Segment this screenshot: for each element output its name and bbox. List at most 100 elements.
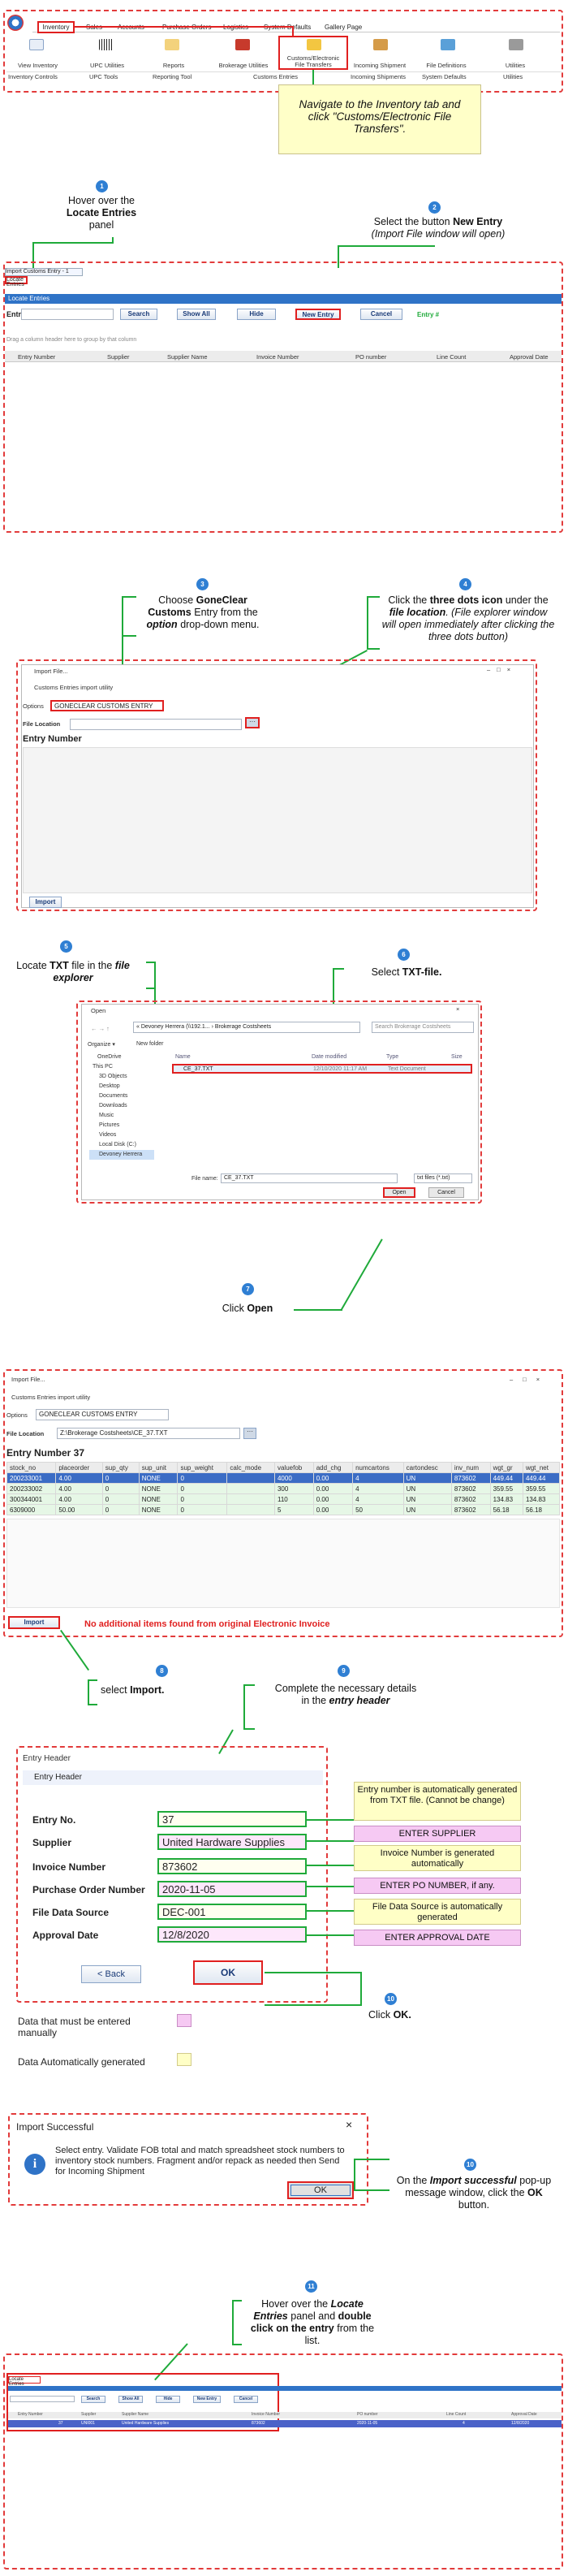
import-window-controls[interactable]: –□× (487, 666, 517, 673)
final-tab[interactable]: Locate Entries (8, 2376, 41, 2387)
final-cancel-button[interactable]: Cancel (234, 2396, 258, 2403)
th-inv-num[interactable]: inv_num (450, 1462, 491, 1473)
open-window-controls[interactable]: × (456, 1005, 459, 1013)
filter-select[interactable]: txt files (*.txt) (414, 1173, 472, 1183)
final-col-supplier[interactable]: Supplier (81, 2412, 96, 2417)
th-calc-mode[interactable]: calc_mode (226, 1462, 275, 1473)
col-date[interactable]: Date modified (312, 1054, 346, 1060)
open-nav-arrows[interactable]: ← → ↑ (91, 1025, 110, 1032)
filename-input[interactable]: CE_37.TXT (221, 1173, 398, 1183)
brokerage-utilities-button[interactable]: Brokerage Utilities (215, 62, 272, 69)
sidebar-music[interactable]: Music (89, 1111, 154, 1121)
options-select[interactable]: GONECLEAR CUSTOMS ENTRY (50, 700, 164, 711)
view-inventory-button[interactable]: View Inventory (18, 62, 58, 69)
approval-date-field[interactable]: 12/8/2020 (157, 1926, 307, 1943)
ok-button[interactable]: OK (193, 1960, 263, 1985)
th-valuefob[interactable]: valuefob (273, 1462, 314, 1473)
sidebar-documents[interactable]: Documents (89, 1091, 154, 1101)
back-button[interactable]: < Back (81, 1965, 141, 1983)
three-dots-button[interactable]: ··· (245, 717, 260, 728)
th-stock-no[interactable]: stock_no (6, 1462, 57, 1473)
organize-button[interactable]: Organize ▾ (88, 1041, 115, 1048)
sidebar-downloads[interactable]: Downloads (89, 1101, 154, 1111)
final-col-entry[interactable]: Entry Number (18, 2412, 43, 2417)
sidebar-network[interactable]: Devoney Herrera (89, 1150, 154, 1160)
col-name[interactable]: Name (175, 1054, 191, 1060)
final-col-invoice[interactable]: Invoice Number (252, 2412, 280, 2417)
col-po-number[interactable]: PO number (355, 353, 386, 361)
import2-window-controls[interactable]: –□× (510, 1376, 549, 1383)
th-numcartons[interactable]: numcartons (352, 1462, 404, 1473)
table-row[interactable]: 300344001 4.00 0 NONE 0 110 0.00 4 UN 873602 134.8… (6, 1493, 561, 1505)
show-all-button[interactable]: Show All (177, 309, 216, 320)
final-search-button[interactable]: Search (81, 2396, 105, 2403)
th-placeorder[interactable]: placeorder (55, 1462, 103, 1473)
final-col-po[interactable]: PO number (357, 2412, 378, 2417)
col-approval-date[interactable]: Approval Date (510, 353, 549, 361)
file-definitions-button[interactable]: File Definitions (422, 62, 471, 69)
final-show-all-button[interactable]: Show All (118, 2396, 143, 2403)
final-col-line-count[interactable]: Line Count (446, 2412, 466, 2417)
open-button[interactable]: Open (383, 1187, 415, 1198)
final-entry-row[interactable]: 37 UNI001 United Hardware Supplies 87360… (8, 2420, 562, 2427)
sidebar-videos[interactable]: Videos (89, 1130, 154, 1140)
col-supplier[interactable]: Supplier (107, 353, 130, 361)
th-wgt-gr[interactable]: wgt_gr (489, 1462, 523, 1473)
table-row[interactable]: 200233002 4.00 0 NONE 0 300 0.00 4 UN 873602 359.5… (6, 1483, 561, 1494)
import2-file-location[interactable]: Z:\Brokerage Costsheets\CE_37.TXT (57, 1428, 240, 1439)
th-sup-unit[interactable]: sup_unit (138, 1462, 179, 1473)
th-add-chg[interactable]: add_chg (312, 1462, 354, 1473)
locate-tab-2[interactable]: Locate Entries (5, 276, 28, 287)
reports-button[interactable]: Reports (154, 62, 193, 69)
hide-button[interactable]: Hide (237, 309, 276, 320)
final-col-supplier-name[interactable]: Supplier Name (122, 2412, 148, 2417)
final-new-entry-button[interactable]: New Entry (193, 2396, 221, 2403)
final-hide-button[interactable]: Hide (156, 2396, 180, 2403)
search-button[interactable]: Search (120, 309, 157, 320)
new-folder-button[interactable]: New folder (136, 1041, 163, 1047)
sidebar-pictures[interactable]: Pictures (89, 1121, 154, 1130)
incoming-shipment-button[interactable]: Incoming Shipment (351, 62, 408, 69)
col-line-count[interactable]: Line Count (437, 353, 466, 361)
ribbon-tab-gallery[interactable]: Gallery Page (325, 24, 362, 31)
import2-dots-button[interactable]: ··· (243, 1428, 256, 1439)
final-col-approval[interactable]: Approval Date (511, 2412, 537, 2417)
import2-options-select[interactable]: GONECLEAR CUSTOMS ENTRY (36, 1409, 169, 1420)
col-size[interactable]: Size (451, 1054, 463, 1060)
po-number-field[interactable]: 2020-11-05 (157, 1881, 307, 1897)
open-search[interactable]: Search Brokerage Costsheets (372, 1022, 474, 1033)
open-path[interactable]: « Devoney Herrera (\\192.1... › Brokerag… (133, 1022, 360, 1033)
th-sup-qty[interactable]: sup_qty (101, 1462, 140, 1473)
sidebar-local-disk[interactable]: Local Disk (C:) (89, 1140, 154, 1150)
col-entry-number[interactable]: Entry Number (18, 353, 55, 361)
upc-utilities-button[interactable]: UPC Utilities (88, 62, 127, 69)
locate-tab-1[interactable]: Import Customs Entry - 1 (5, 268, 83, 276)
th-sup-weight[interactable]: sup_weight (177, 1462, 228, 1473)
import2-import-button[interactable]: Import (8, 1616, 60, 1629)
th-wgt-net[interactable]: wgt_net (522, 1462, 561, 1473)
customs-transfer-button[interactable]: Customs/Electronic File Transfers (282, 55, 344, 68)
entry-input[interactable] (21, 309, 114, 320)
col-type[interactable]: Type (386, 1054, 398, 1060)
file-location-input[interactable] (70, 719, 242, 730)
th-cartondesc[interactable]: cartondesc (402, 1462, 452, 1473)
cancel-button[interactable]: Cancel (360, 309, 402, 320)
utilities-button[interactable]: Utilities (495, 62, 536, 69)
new-entry-button[interactable]: New Entry (295, 309, 341, 320)
sidebar-desktop[interactable]: Desktop (89, 1082, 154, 1091)
sidebar-onedrive[interactable]: OneDrive (89, 1052, 154, 1062)
table-row[interactable]: 200233001 4.00 0 NONE 0 4000 0.00 4 UN 873602 449.… (6, 1472, 561, 1484)
success-close-icon[interactable]: × (346, 2118, 352, 2131)
final-entry-input[interactable] (10, 2396, 75, 2402)
success-ok-button[interactable]: OK (287, 2181, 354, 2199)
table-row[interactable]: 6309000 50.00 0 NONE 0 5 0.00 50 UN 873602 56.18 56… (6, 1504, 561, 1515)
ribbon-tab-inventory[interactable]: Inventory (37, 21, 75, 33)
open-cancel-button[interactable]: Cancel (428, 1187, 464, 1198)
sidebar-this-pc[interactable]: This PC (89, 1062, 154, 1072)
file-row-ce37[interactable]: CE_37.TXT 12/10/2020 11:17 AM Text Docum… (172, 1064, 472, 1074)
sidebar-3d[interactable]: 3D Objects (89, 1072, 154, 1082)
col-supplier-name[interactable]: Supplier Name (167, 353, 208, 361)
import-button[interactable]: Import (29, 897, 62, 908)
supplier-select[interactable]: United Hardware Supplies (157, 1834, 307, 1850)
col-invoice-number[interactable]: Invoice Number (256, 353, 299, 361)
